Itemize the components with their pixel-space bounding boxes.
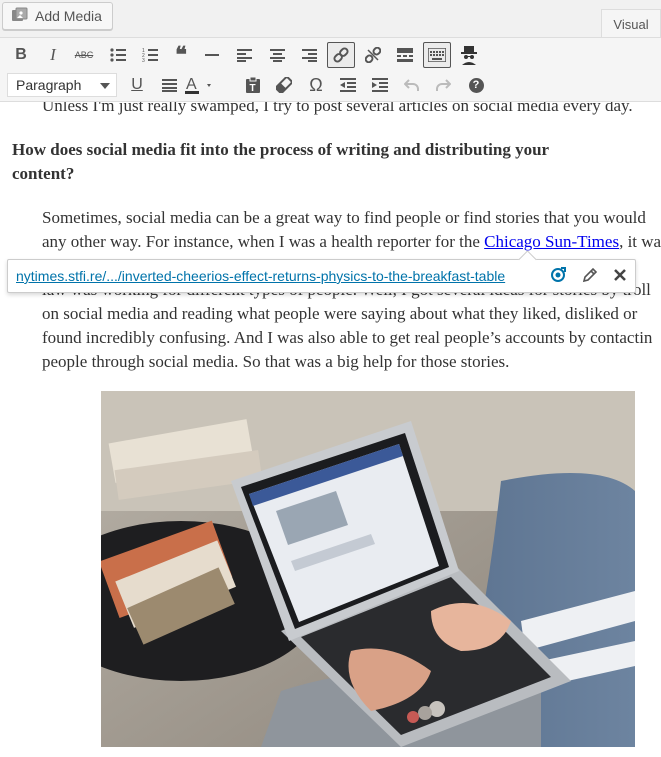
bullet-list-icon [110, 48, 126, 62]
heading-line: How does social media fit into the proce… [12, 140, 550, 159]
link-icon [333, 47, 349, 63]
align-center-button[interactable] [263, 42, 291, 68]
tab-visual[interactable]: Visual [601, 9, 661, 38]
svg-text:A: A [186, 76, 197, 93]
add-media-label: Add Media [35, 8, 102, 24]
close-icon [614, 268, 626, 286]
align-left-button[interactable] [230, 42, 258, 68]
paragraph-line: Sometimes, social media can be a great w… [42, 208, 646, 227]
link-options-button[interactable] [548, 266, 568, 289]
edit-link-button[interactable] [580, 267, 600, 287]
indent-icon [372, 78, 388, 92]
justify-icon [161, 78, 177, 92]
chicago-sun-times-link[interactable]: Chicago Sun-Times [484, 232, 619, 251]
paste-text-button[interactable]: T [239, 72, 267, 98]
paragraph-line: found incredibly confusing. And I was al… [42, 328, 653, 347]
spy-icon [459, 45, 479, 65]
unlink-icon [365, 47, 381, 63]
editor-content[interactable]: Unless I'm just really swamped, I try to… [0, 102, 661, 757]
pencil-icon [582, 267, 598, 288]
italic-button[interactable]: I [39, 42, 67, 68]
heading-line: content? [12, 164, 75, 183]
spy-button[interactable] [455, 42, 483, 68]
editor-toolbar: B I ABC 123 ❝ Paragraph U A T Ω ? [0, 37, 661, 102]
bold-icon: B [15, 46, 27, 63]
text-color-button[interactable]: A [185, 72, 215, 98]
italic-icon: I [50, 45, 56, 64]
read-more-button[interactable] [391, 42, 419, 68]
indent-button[interactable] [366, 72, 394, 98]
link-popup: nytimes.stfi.re/.../inverted-cheerios-ef… [7, 250, 636, 293]
paste-text-icon: T [246, 77, 260, 93]
undo-button[interactable] [398, 72, 426, 98]
paragraph-text: , it was [619, 232, 661, 251]
paragraph-text: any other way. For instance, when I was … [42, 232, 485, 251]
blockquote-button[interactable]: ❝ [167, 42, 195, 68]
outdent-button[interactable] [334, 72, 362, 98]
svg-text:3: 3 [142, 58, 145, 62]
clear-formatting-button[interactable] [270, 72, 298, 98]
unlink-button[interactable] [359, 42, 387, 68]
outdent-icon [340, 78, 356, 92]
toolbar-toggle-icon [428, 48, 446, 62]
redo-icon [435, 78, 451, 92]
paragraph-line: any other way. For instance, when I was … [42, 230, 661, 254]
justify-button[interactable] [155, 72, 183, 98]
clear-formatting-icon [276, 77, 292, 93]
bold-button[interactable]: B [7, 42, 35, 68]
link-options-icon [549, 266, 567, 289]
undo-icon [404, 78, 420, 92]
chevron-down-icon [100, 83, 110, 89]
help-button[interactable]: ? [462, 72, 490, 98]
article-photo[interactable] [101, 391, 635, 747]
paragraph-line: Unless I'm just really swamped, I try to… [42, 102, 633, 115]
remove-link-button[interactable] [610, 267, 630, 287]
media-icon [11, 7, 29, 25]
numbered-list-icon: 123 [142, 48, 158, 62]
read-more-icon [397, 48, 413, 62]
underline-button[interactable]: U [123, 72, 151, 98]
format-select[interactable]: Paragraph [7, 73, 117, 97]
editor-top-bar: Add Media Visual [0, 0, 661, 38]
link-button[interactable] [327, 42, 355, 68]
align-left-icon [236, 48, 252, 62]
strikethrough-button[interactable]: ABC [70, 42, 98, 68]
strikethrough-icon: ABC [74, 50, 94, 60]
text-color-icon: A [185, 75, 215, 95]
align-right-button[interactable] [295, 42, 323, 68]
add-media-button[interactable]: Add Media [2, 2, 113, 30]
paragraph-line: on social media and reading what people … [42, 304, 638, 323]
paragraph-line: people through social media. So that was… [42, 352, 510, 371]
special-character-icon: Ω [309, 74, 323, 95]
toolbar-toggle-button[interactable] [423, 42, 451, 68]
svg-text:T: T [250, 83, 256, 93]
align-center-icon [269, 48, 285, 62]
align-right-icon [301, 48, 317, 62]
help-icon: ? [468, 77, 484, 93]
redo-button[interactable] [429, 72, 457, 98]
numbered-list-button[interactable]: 123 [136, 42, 164, 68]
underline-icon: U [131, 76, 143, 93]
popup-link-url[interactable]: nytimes.stfi.re/.../inverted-cheerios-ef… [16, 268, 505, 284]
blockquote-icon: ❝ [175, 42, 187, 67]
format-select-value: Paragraph [16, 77, 82, 93]
horizontal-rule-button[interactable] [198, 42, 226, 68]
bullet-list-button[interactable] [104, 42, 132, 68]
horizontal-rule-icon [205, 53, 219, 57]
special-character-button[interactable]: Ω [302, 72, 330, 98]
